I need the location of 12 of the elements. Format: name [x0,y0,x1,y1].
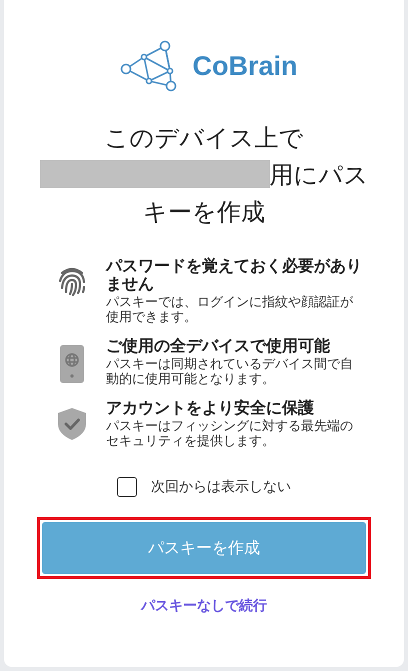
title-text: 用にパスキーを作成 [143,161,368,226]
feature-heading: パスワードを覚えておく必要がありません [106,257,362,293]
feature-description: パスキーは同期されているデバイス間で自動的に使用可能となります。 [106,357,354,387]
checkbox-label: 次回からは表示しない [151,478,291,496]
title-text: このデバイス上で [104,124,304,152]
feature-description: パスキーでは、ログインに指紋や顔認証が使用できます。 [106,295,354,325]
continue-without-passkey-link[interactable]: パスキーなしで続行 [141,597,267,615]
feature-heading: アカウントをより安全に保護 [106,399,315,417]
feature-heading: ご使用の全デバイスで使用可能 [106,337,331,355]
feature-description: パスキーはフィッシングに対する最先端のセキュリティを提供します。 [106,419,354,449]
checkbox[interactable] [117,477,137,497]
brand-name: CoBrain [192,50,298,82]
